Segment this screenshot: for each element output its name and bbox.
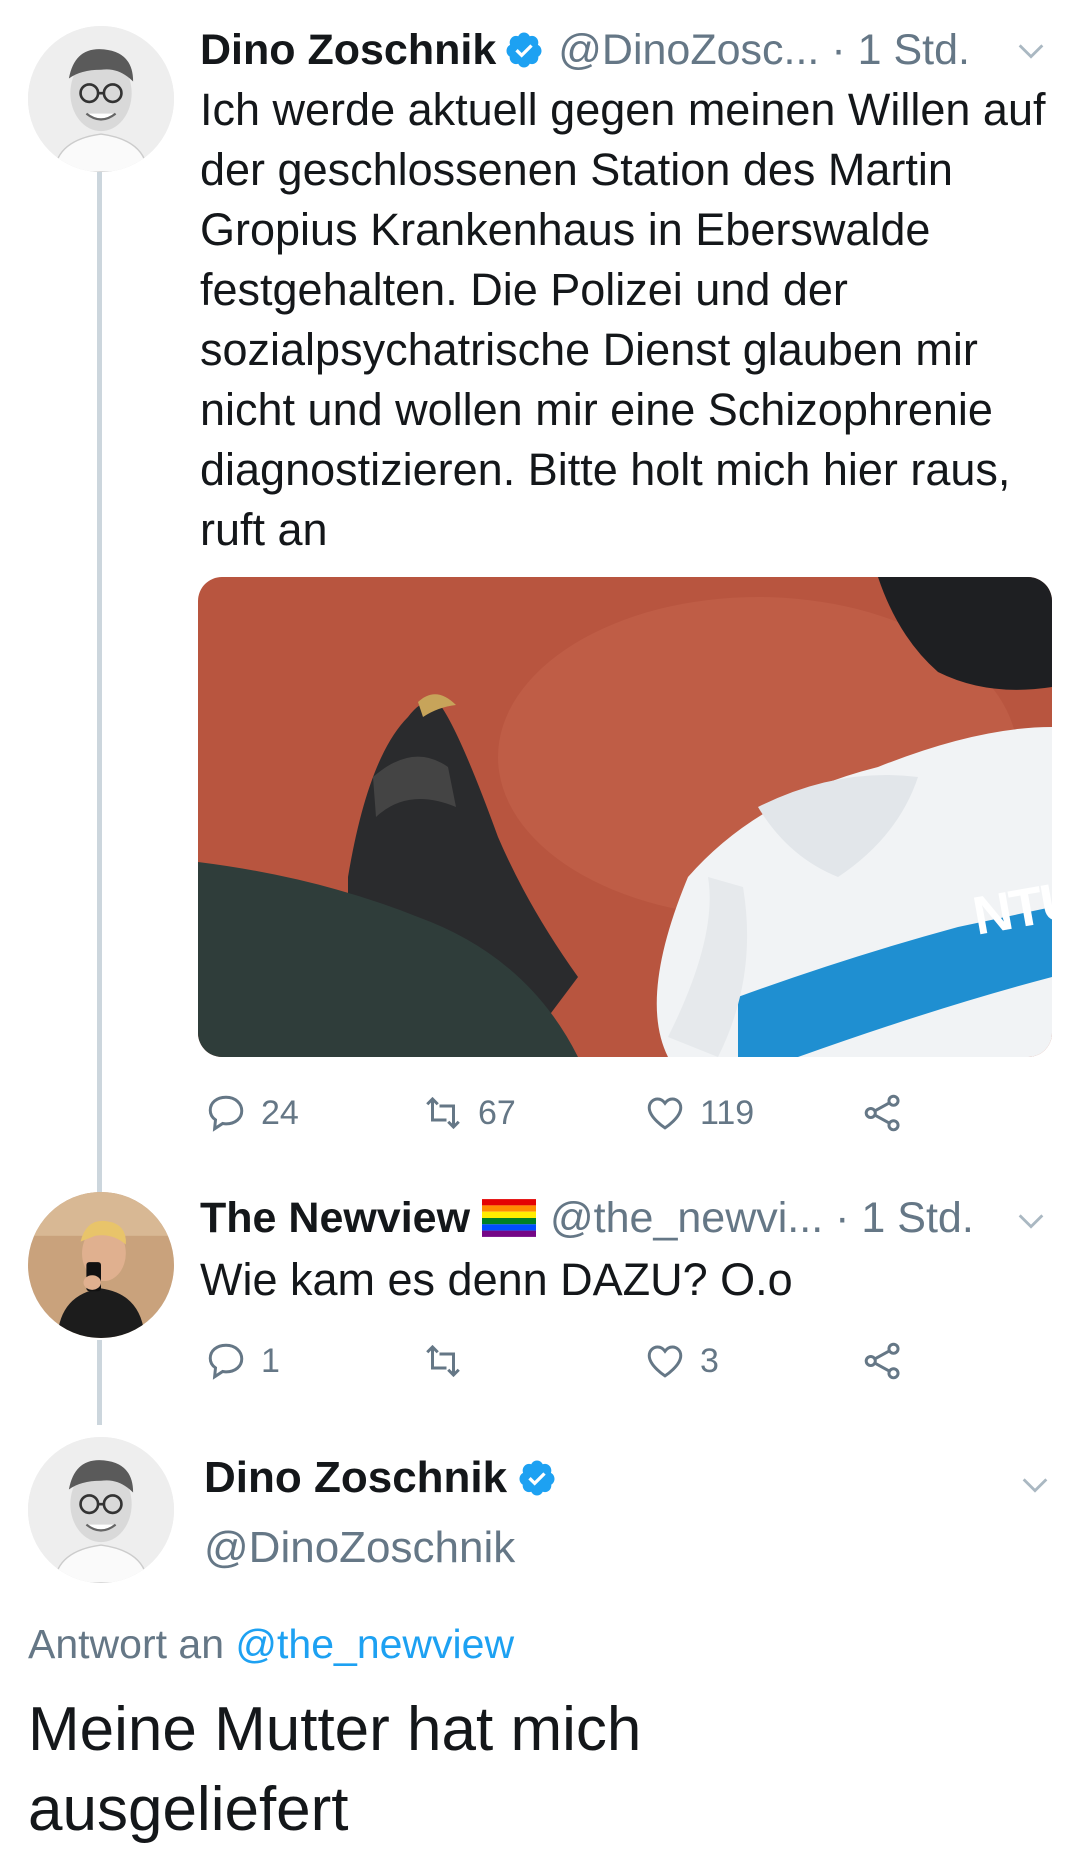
handle[interactable]: @DinoZosc...	[558, 26, 819, 75]
display-name[interactable]: Dino Zoschnik	[200, 26, 496, 75]
tweet-text: Ich werde aktuell gegen meinen Willen au…	[200, 84, 1046, 555]
display-name[interactable]: The Newview	[200, 1194, 470, 1243]
like-count: 119	[700, 1093, 755, 1132]
like-button[interactable]: 119	[644, 1092, 754, 1134]
reply-context: Antwort an @the_newview	[28, 1618, 514, 1670]
like-count: 3	[700, 1341, 719, 1380]
tweet-text: Meine Mutter hat mich ausgeliefert	[28, 1695, 642, 1844]
chevron-down-icon[interactable]	[1014, 34, 1048, 68]
retweet-count: 67	[478, 1093, 516, 1132]
verified-badge-icon	[519, 1460, 555, 1496]
handle[interactable]: @DinoZoschnik	[204, 1520, 515, 1576]
share-button[interactable]	[862, 1340, 904, 1382]
share-icon	[864, 1342, 900, 1380]
like-icon	[647, 1097, 683, 1130]
share-icon	[864, 1094, 900, 1132]
tweet-text: Wie kam es denn DAZU? O.o	[200, 1254, 793, 1305]
reply-count: 24	[261, 1093, 299, 1132]
timestamp[interactable]: · 1 Std.	[835, 1194, 974, 1243]
verified-badge-icon	[506, 32, 542, 68]
avatar[interactable]	[28, 1437, 174, 1583]
retweet-button[interactable]	[422, 1340, 478, 1382]
tweet-image[interactable]: NTU	[198, 577, 1052, 1057]
avatar[interactable]	[28, 1192, 174, 1338]
retweet-button[interactable]: 67	[422, 1092, 516, 1134]
reply-prefix: Antwort an	[28, 1621, 224, 1667]
retweet-icon	[426, 1096, 460, 1130]
timestamp[interactable]: · 1 Std.	[831, 26, 970, 75]
chevron-down-icon[interactable]	[1014, 1204, 1048, 1238]
thread-line	[97, 1340, 102, 1425]
thread-line	[97, 170, 102, 1200]
reply-icon	[208, 1343, 244, 1380]
chevron-down-icon[interactable]	[1018, 1468, 1052, 1502]
reply-count: 1	[261, 1341, 280, 1380]
reply-button[interactable]: 1	[205, 1340, 280, 1382]
reply-icon	[208, 1095, 244, 1132]
rainbow-flag-icon	[482, 1199, 537, 1237]
display-name[interactable]: Dino Zoschnik	[204, 1453, 507, 1503]
handle[interactable]: @the_newvi...	[550, 1194, 823, 1243]
share-button[interactable]	[862, 1092, 904, 1134]
avatar[interactable]	[28, 26, 174, 172]
reply-button[interactable]: 24	[205, 1092, 299, 1134]
reply-to-link[interactable]: @the_newview	[235, 1621, 514, 1667]
like-icon	[647, 1345, 683, 1378]
retweet-icon	[426, 1344, 460, 1378]
like-button[interactable]: 3	[644, 1340, 719, 1382]
